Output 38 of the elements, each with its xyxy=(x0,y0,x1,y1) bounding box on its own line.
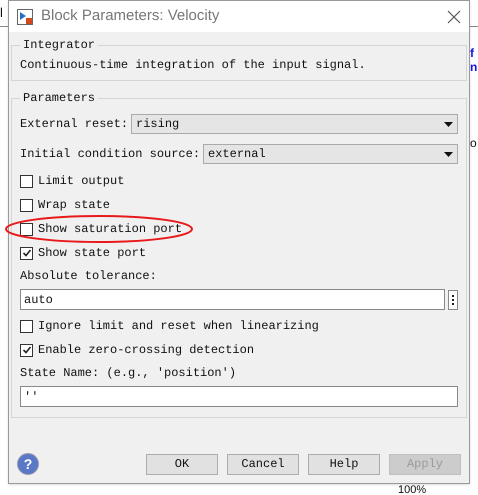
checkbox[interactable] xyxy=(20,320,33,332)
checkbox[interactable] xyxy=(20,344,33,356)
checkbox[interactable] xyxy=(20,222,33,236)
checkbox-label: Limit output xyxy=(38,173,124,190)
checkbox-label: Ignore limit and reset when linearizing xyxy=(38,318,319,335)
dialog-button[interactable]: Help xyxy=(308,454,380,474)
checkbox-label: Wrap state xyxy=(38,197,110,214)
close-icon[interactable] xyxy=(447,10,461,24)
checkbox-label: Show state port xyxy=(38,245,146,262)
group-title: Integrator xyxy=(22,37,96,54)
checkbox-label: Enable zero-crossing detection xyxy=(38,342,254,359)
help-button[interactable]: ? xyxy=(17,453,39,475)
dialog-button[interactable]: OK xyxy=(146,454,218,474)
checkmark-icon xyxy=(22,345,32,355)
background-text: o xyxy=(470,135,477,152)
field-label: State Name: (e.g., 'position') xyxy=(20,365,238,382)
field-label: Initial condition source: xyxy=(20,146,200,163)
checkmark-icon xyxy=(22,248,32,258)
field-label: Absolute tolerance: xyxy=(20,268,158,285)
field-label: External reset: xyxy=(20,116,128,133)
checkbox[interactable] xyxy=(20,246,33,260)
dropdown[interactable]: rising xyxy=(131,114,458,134)
window-title: Block Parameters: Velocity xyxy=(41,6,220,26)
group-title: Parameters xyxy=(22,90,96,107)
text-field[interactable]: auto xyxy=(20,289,445,310)
text-field[interactable]: '' xyxy=(20,386,458,407)
caret-icon xyxy=(444,152,453,156)
dropdown[interactable]: external xyxy=(203,144,458,164)
caret-icon xyxy=(444,122,453,126)
background-text: l xyxy=(0,4,3,22)
checkbox[interactable] xyxy=(20,198,33,212)
dialog-button[interactable]: Cancel xyxy=(227,454,299,474)
checkbox-label: Show saturation port xyxy=(38,221,182,238)
more-button[interactable] xyxy=(448,290,458,310)
zoom-level: 100% xyxy=(398,485,426,495)
checkbox[interactable] xyxy=(20,174,33,188)
block-icon xyxy=(17,8,33,24)
block-description: Continuous-time integration of the input signal. xyxy=(20,57,367,74)
